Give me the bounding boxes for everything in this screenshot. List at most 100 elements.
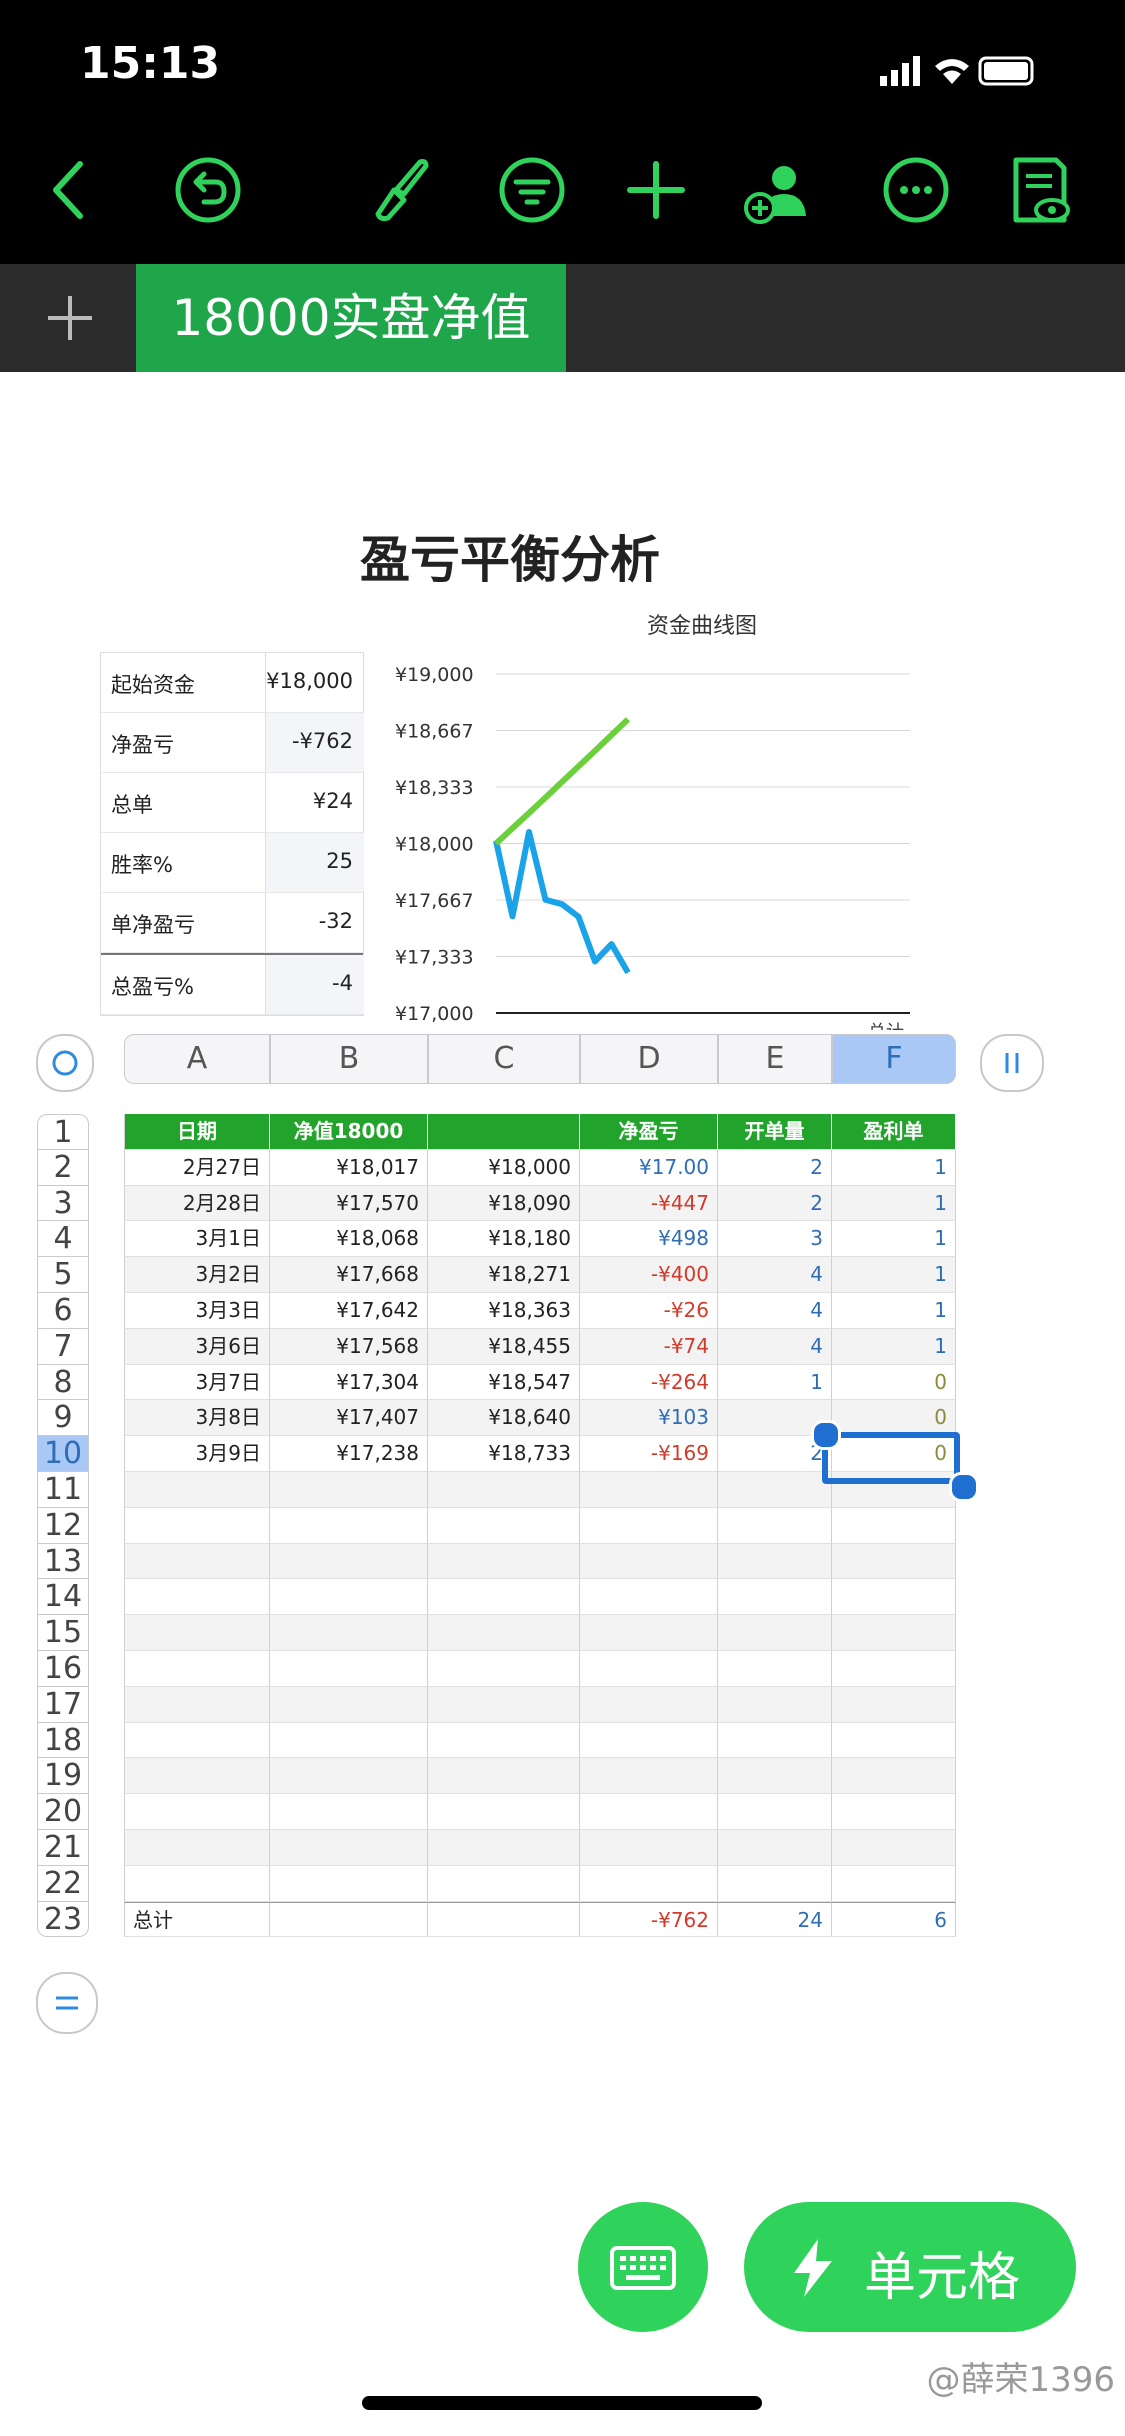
cell-e13[interactable] <box>718 1543 832 1580</box>
cell-e1[interactable]: 开单量 <box>718 1114 832 1150</box>
cell-c18[interactable] <box>428 1722 580 1759</box>
cell-d12[interactable] <box>580 1507 718 1544</box>
row-header-3[interactable]: 3 <box>37 1185 89 1222</box>
cell-c20[interactable] <box>428 1794 580 1830</box>
cell-f16[interactable] <box>832 1651 956 1687</box>
cell-e23[interactable]: 24 <box>718 1901 832 1938</box>
cell-b14[interactable] <box>270 1579 428 1616</box>
cell-f13[interactable] <box>832 1543 956 1580</box>
cell-d23[interactable]: -¥762 <box>580 1901 718 1938</box>
cell-f23[interactable]: 6 <box>832 1901 956 1938</box>
cell-a13[interactable] <box>124 1543 270 1580</box>
cell-e14[interactable] <box>718 1579 832 1616</box>
cell-e7[interactable]: 4 <box>718 1328 832 1365</box>
cell-e16[interactable] <box>718 1651 832 1687</box>
column-header-f[interactable]: F <box>832 1034 956 1084</box>
column-header-d[interactable]: D <box>580 1034 718 1084</box>
cell-b4[interactable]: ¥18,068 <box>270 1221 428 1258</box>
cell-a9[interactable]: 3月8日 <box>124 1400 270 1437</box>
cell-c8[interactable]: ¥18,547 <box>428 1364 580 1401</box>
cell-c9[interactable]: ¥18,640 <box>428 1400 580 1437</box>
cell-d4[interactable]: ¥498 <box>580 1221 718 1258</box>
cell-b8[interactable]: ¥17,304 <box>270 1364 428 1401</box>
cell-c2[interactable]: ¥18,000 <box>428 1149 580 1186</box>
cell-c15[interactable] <box>428 1615 580 1651</box>
cell-b15[interactable] <box>270 1615 428 1651</box>
cell-b1[interactable]: 净值18000 <box>270 1114 428 1150</box>
cell-d5[interactable]: -¥400 <box>580 1257 718 1293</box>
row-header-15[interactable]: 15 <box>37 1615 89 1651</box>
cell-c21[interactable] <box>428 1830 580 1866</box>
column-header-b[interactable]: B <box>270 1034 428 1084</box>
cell-a10[interactable]: 3月9日 <box>124 1436 270 1472</box>
selection-handle-top[interactable] <box>811 1420 841 1450</box>
row-header-9[interactable]: 9 <box>37 1400 89 1437</box>
cell-d16[interactable] <box>580 1651 718 1687</box>
cell-e3[interactable]: 2 <box>718 1185 832 1222</box>
cell-f12[interactable] <box>832 1507 956 1544</box>
cell-f17[interactable] <box>832 1686 956 1723</box>
row-header-4[interactable]: 4 <box>37 1221 89 1258</box>
cell-d7[interactable]: -¥74 <box>580 1328 718 1365</box>
cell-format-button[interactable]: 单元格 <box>744 2202 1076 2332</box>
back-icon[interactable] <box>30 150 110 230</box>
add-row-button[interactable] <box>36 1972 98 2034</box>
cell-c17[interactable] <box>428 1686 580 1723</box>
column-header-c[interactable]: C <box>428 1034 580 1084</box>
cell-d2[interactable]: ¥17.00 <box>580 1149 718 1186</box>
cell-b18[interactable] <box>270 1722 428 1759</box>
cell-f19[interactable] <box>832 1758 956 1795</box>
cell-f1[interactable]: 盈利单 <box>832 1114 956 1150</box>
select-all-button[interactable] <box>36 1034 94 1092</box>
cell-b19[interactable] <box>270 1758 428 1795</box>
row-header-22[interactable]: 22 <box>37 1865 89 1902</box>
cell-d6[interactable]: -¥26 <box>580 1293 718 1329</box>
cell-d9[interactable]: ¥103 <box>580 1400 718 1437</box>
cell-b22[interactable] <box>270 1865 428 1902</box>
filter-icon[interactable] <box>492 150 572 230</box>
cell-d11[interactable] <box>580 1472 718 1508</box>
column-header-a[interactable]: A <box>124 1034 270 1084</box>
cell-d8[interactable]: -¥264 <box>580 1364 718 1401</box>
cell-e17[interactable] <box>718 1686 832 1723</box>
cell-c5[interactable]: ¥18,271 <box>428 1257 580 1293</box>
brush-icon[interactable] <box>360 150 440 230</box>
cell-e8[interactable]: 1 <box>718 1364 832 1401</box>
cell-c12[interactable] <box>428 1507 580 1544</box>
cell-a5[interactable]: 3月2日 <box>124 1257 270 1293</box>
cell-a8[interactable]: 3月7日 <box>124 1364 270 1401</box>
cell-d14[interactable] <box>580 1579 718 1616</box>
cell-b17[interactable] <box>270 1686 428 1723</box>
row-header-21[interactable]: 21 <box>37 1830 89 1866</box>
cell-a15[interactable] <box>124 1615 270 1651</box>
column-options-button[interactable] <box>980 1034 1044 1092</box>
reader-view-icon[interactable] <box>1000 150 1080 230</box>
cell-a21[interactable] <box>124 1830 270 1866</box>
equity-curve-chart[interactable]: 资金曲线图 ¥19,000 ¥18,667 ¥18,333 ¥18,000 ¥17,66… <box>390 610 930 1030</box>
cell-f3[interactable]: 1 <box>832 1185 956 1222</box>
cell-f8[interactable]: 0 <box>832 1364 956 1401</box>
undo-icon[interactable] <box>168 150 248 230</box>
row-header-14[interactable]: 14 <box>37 1579 89 1616</box>
cell-b6[interactable]: ¥17,642 <box>270 1293 428 1329</box>
cell-f18[interactable] <box>832 1722 956 1759</box>
cell-e2[interactable]: 2 <box>718 1149 832 1186</box>
cell-f9[interactable]: 0 <box>832 1400 956 1437</box>
cell-f2[interactable]: 1 <box>832 1149 956 1186</box>
row-header-11[interactable]: 11 <box>37 1472 89 1508</box>
cell-c22[interactable] <box>428 1865 580 1902</box>
cell-c23[interactable] <box>428 1901 580 1938</box>
row-header-2[interactable]: 2 <box>37 1149 89 1186</box>
cell-d22[interactable] <box>580 1865 718 1902</box>
cell-a19[interactable] <box>124 1758 270 1795</box>
row-header-8[interactable]: 8 <box>37 1364 89 1401</box>
row-header-10[interactable]: 10 <box>37 1436 89 1472</box>
cell-b10[interactable]: ¥17,238 <box>270 1436 428 1472</box>
cell-b13[interactable] <box>270 1543 428 1580</box>
cell-a16[interactable] <box>124 1651 270 1687</box>
cell-b12[interactable] <box>270 1507 428 1544</box>
cell-b23[interactable] <box>270 1901 428 1938</box>
cell-d17[interactable] <box>580 1686 718 1723</box>
cell-f21[interactable] <box>832 1830 956 1866</box>
cell-b7[interactable]: ¥17,568 <box>270 1328 428 1365</box>
